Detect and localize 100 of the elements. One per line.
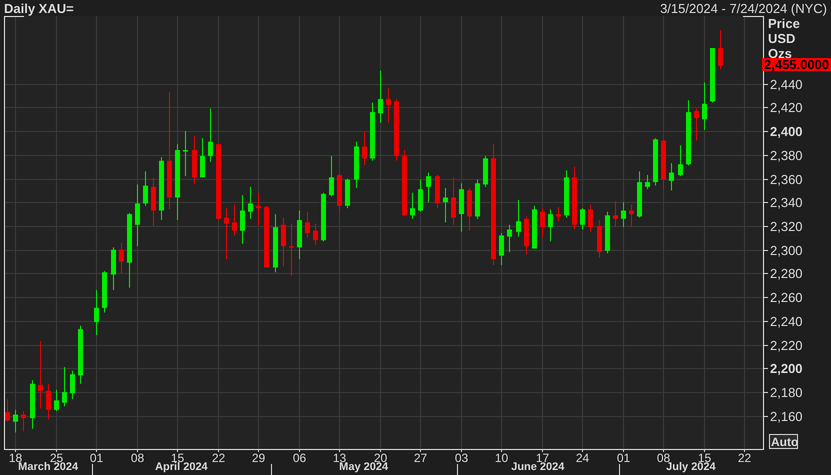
falling-candle <box>313 224 318 245</box>
rising-candle <box>686 100 691 166</box>
falling-candle <box>572 166 577 230</box>
falling-candle <box>394 99 399 161</box>
rising-candle <box>102 271 107 313</box>
falling-candle <box>435 174 440 208</box>
y-axis-label: 2,380 <box>770 148 803 163</box>
month-divider <box>271 464 272 475</box>
rising-candle <box>475 180 480 219</box>
rising-candle <box>111 247 116 290</box>
rising-candle <box>370 102 375 161</box>
axis-tick <box>56 448 57 452</box>
x-axis-label: 22 <box>738 451 752 465</box>
rising-candle <box>345 178 350 208</box>
falling-candle <box>588 204 593 232</box>
rising-candle <box>516 200 521 237</box>
rising-candle <box>321 192 326 242</box>
axis-tick <box>218 448 219 452</box>
x-axis-label: 01 <box>616 451 630 465</box>
axis-tick <box>542 448 543 452</box>
falling-candle <box>451 177 456 225</box>
rising-candle <box>62 367 67 406</box>
rising-candle <box>499 233 504 266</box>
axis-tick <box>137 448 138 452</box>
y-axis-label: 2,260 <box>770 290 803 305</box>
chart-title: Daily XAU= <box>4 2 74 14</box>
rising-candle <box>645 174 650 190</box>
rising-candle <box>183 131 188 176</box>
falling-candle <box>337 172 342 212</box>
x-axis-label: 08 <box>130 451 144 465</box>
axis-tick <box>762 297 768 298</box>
rising-candle <box>70 370 75 400</box>
rising-candle <box>678 145 683 176</box>
axis-tick <box>762 131 768 132</box>
falling-candle <box>5 399 10 422</box>
axis-tick <box>299 448 300 452</box>
rising-candle <box>208 108 213 162</box>
x-axis-label: 27 <box>414 451 428 465</box>
y-axis-label: 2,220 <box>770 338 803 353</box>
month-divider <box>92 464 93 475</box>
axis-tick <box>762 250 768 251</box>
axis-tick <box>96 448 97 452</box>
falling-candle <box>46 384 51 420</box>
month-label: June 2024 <box>511 461 564 473</box>
rising-candle <box>532 206 537 249</box>
falling-candle <box>232 204 237 236</box>
y-axis-label: 2,200 <box>770 361 803 376</box>
rising-candle <box>329 156 334 196</box>
date-range: 3/15/2024 - 7/24/2024 (NYC) <box>660 2 827 14</box>
rising-candle <box>580 208 585 230</box>
rising-candle <box>507 224 512 252</box>
falling-candle <box>151 177 156 226</box>
axis-tick <box>762 321 768 322</box>
rising-candle <box>54 390 59 412</box>
falling-candle <box>661 139 666 190</box>
rising-candle <box>143 171 148 206</box>
rising-candle <box>483 156 488 187</box>
axis-tick <box>663 448 664 452</box>
rising-candle <box>702 82 707 130</box>
x-axis-label: 03 <box>454 451 468 465</box>
axis-tick <box>762 226 768 227</box>
x-axis-label: 24 <box>576 451 590 465</box>
auto-button[interactable]: Auto <box>769 434 798 449</box>
y-axis-label: 2,420 <box>770 100 803 115</box>
rising-candle <box>710 48 715 103</box>
rising-candle <box>621 202 626 228</box>
rising-candle <box>273 214 278 272</box>
month-label: March 2024 <box>18 461 78 473</box>
axis-tick <box>339 448 340 452</box>
y-axis-label: 2,240 <box>770 314 803 329</box>
axis-tick <box>762 273 768 274</box>
rising-candle <box>418 180 423 212</box>
axis-tick <box>623 448 624 452</box>
axis-tick <box>582 448 583 452</box>
month-divider <box>619 464 620 475</box>
axis-tick <box>380 448 381 452</box>
y-axis-label: 2,300 <box>770 243 803 258</box>
month-divider <box>457 464 458 475</box>
y-axis-label: 2,340 <box>770 195 803 210</box>
axis-tick <box>15 448 16 452</box>
falling-candle <box>613 201 618 228</box>
rising-candle <box>637 171 642 218</box>
rising-candle <box>605 212 610 254</box>
axis-tick <box>258 448 259 452</box>
axis-tick <box>744 448 745 452</box>
falling-candle <box>264 206 269 268</box>
falling-candle <box>694 108 699 141</box>
y-axis-label: 2,440 <box>770 77 803 92</box>
rising-candle <box>200 138 205 178</box>
y-axis-label: 2,280 <box>770 266 803 281</box>
falling-candle <box>386 88 391 123</box>
axis-tick <box>762 155 768 156</box>
axis-tick <box>762 345 768 346</box>
month-label: April 2024 <box>155 461 208 473</box>
axis-tick <box>420 448 421 452</box>
axis-tick <box>501 448 502 452</box>
rising-candle <box>159 157 164 220</box>
y-axis-label: 2,400 <box>770 124 803 139</box>
x-axis-label: 29 <box>252 451 266 465</box>
rising-candle <box>459 183 464 232</box>
